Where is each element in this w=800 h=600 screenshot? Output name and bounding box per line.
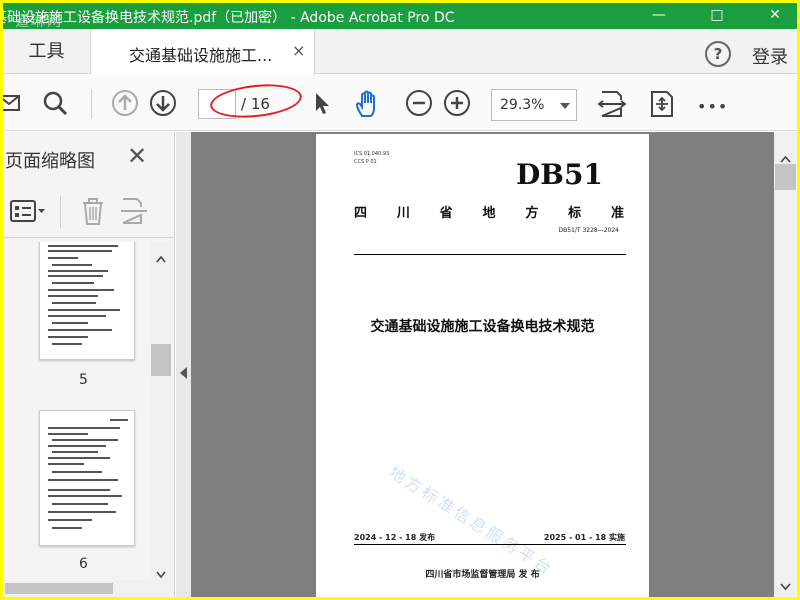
toolbar-divider xyxy=(91,89,92,119)
email-icon[interactable] xyxy=(3,89,25,117)
more-tools-icon[interactable]: ••• xyxy=(697,97,727,125)
login-button[interactable]: 登录 xyxy=(752,43,788,69)
scroll-down-icon[interactable] xyxy=(780,576,791,595)
next-page-icon[interactable] xyxy=(149,89,177,117)
pdf-page: ICS 01.040.93 CCS P 01 DB51 四 川 省 地 方 标 … xyxy=(316,134,649,597)
close-window-button[interactable]: ✕ xyxy=(755,3,795,29)
maximize-button[interactable]: □ xyxy=(697,3,737,29)
panel-divider xyxy=(60,196,61,228)
zoom-value: 29.3% xyxy=(500,97,545,113)
standard-code: DB51 xyxy=(516,158,603,191)
tab-document-label: 交通基础设施施工... xyxy=(129,46,273,65)
zoom-out-icon[interactable] xyxy=(405,89,433,117)
main-toolbar: / 16 29.3% ••• xyxy=(3,75,797,131)
thumbnail-hscrollbar[interactable] xyxy=(3,580,171,597)
thumbnail-options-icon[interactable] xyxy=(9,198,47,228)
select-cursor-icon[interactable] xyxy=(307,89,335,117)
extract-page-icon[interactable] xyxy=(119,196,149,230)
site-watermark: 道琳网 xyxy=(15,14,63,30)
hand-tool-icon[interactable] xyxy=(353,89,381,117)
panel-title: 页面缩略图 xyxy=(5,151,95,172)
tab-tools[interactable]: 工具 xyxy=(3,29,91,74)
collapse-arrow-icon xyxy=(180,364,188,383)
issuing-authority: 四川省市场监督管理局 发 布 xyxy=(425,570,540,580)
document-title: 交通基础设施施工设备换电技术规范 xyxy=(370,319,595,335)
tab-bar: 工具 交通基础设施施工... × ? 登录 xyxy=(3,29,797,75)
help-icon[interactable]: ? xyxy=(705,41,731,67)
thumbnail-panel: 页面缩略图 ✕ 5 6 xyxy=(3,132,175,597)
thumbnail-page-5[interactable] xyxy=(39,242,135,360)
zoom-dropdown[interactable]: 29.3% xyxy=(491,89,577,121)
previous-page-icon[interactable] xyxy=(111,89,139,117)
document-scrollbar[interactable] xyxy=(774,132,797,597)
tab-close-button[interactable]: × xyxy=(292,41,305,60)
trash-icon[interactable] xyxy=(79,196,107,230)
document-canvas[interactable]: ICS 01.040.93 CCS P 01 DB51 四 川 省 地 方 标 … xyxy=(176,132,797,597)
thumbnail-scrollbar[interactable] xyxy=(151,242,171,580)
search-icon[interactable] xyxy=(41,89,69,117)
hscroll-thumb[interactable] xyxy=(5,583,113,594)
tab-document[interactable]: 交通基础设施施工... × xyxy=(91,29,315,75)
platform-watermark: 地方标准信息服务平台 xyxy=(385,462,558,580)
panel-close-button[interactable]: ✕ xyxy=(127,142,147,170)
scroll-thumb[interactable] xyxy=(151,344,171,376)
scroll-up-icon[interactable] xyxy=(156,248,166,267)
thumbnail-label-6: 6 xyxy=(79,556,88,572)
publish-date: 2024 - 12 - 18 发布 xyxy=(354,533,436,542)
chevron-down-icon xyxy=(560,103,570,109)
fit-page-icon[interactable] xyxy=(647,89,675,117)
fit-width-icon[interactable] xyxy=(597,89,627,117)
acrobat-window: 基础设施施工设备换电技术规范.pdf（已加密） - Adobe Acrobat … xyxy=(3,3,797,597)
thumbnail-label-5: 5 xyxy=(79,372,88,388)
panel-toolbar xyxy=(3,186,175,238)
footer-rule xyxy=(354,544,626,545)
window-title: 基础设施施工设备换电技术规范.pdf（已加密） - Adobe Acrobat … xyxy=(3,10,455,26)
implement-date: 2025 - 01 - 18 实施 xyxy=(543,533,625,542)
ccs-code: CCS P 01 xyxy=(354,159,377,165)
highlight-ellipse xyxy=(208,80,304,122)
panel-collapse-handle[interactable] xyxy=(176,132,191,597)
ics-code: ICS 01.040.93 xyxy=(354,151,390,157)
standard-number: DB51/T 3228—2024 xyxy=(558,227,619,234)
minimize-button[interactable]: — xyxy=(639,3,679,29)
thumbnail-page-6[interactable] xyxy=(39,410,135,546)
header-rule xyxy=(354,254,626,255)
scroll-thumb[interactable] xyxy=(775,164,796,190)
zoom-in-icon[interactable] xyxy=(443,89,471,117)
title-bar: 基础设施施工设备换电技术规范.pdf（已加密） - Adobe Acrobat … xyxy=(3,3,797,30)
thumbnail-list[interactable]: 5 6 xyxy=(3,242,151,582)
standard-category: 四 川 省 地 方 标 准 xyxy=(354,206,624,221)
